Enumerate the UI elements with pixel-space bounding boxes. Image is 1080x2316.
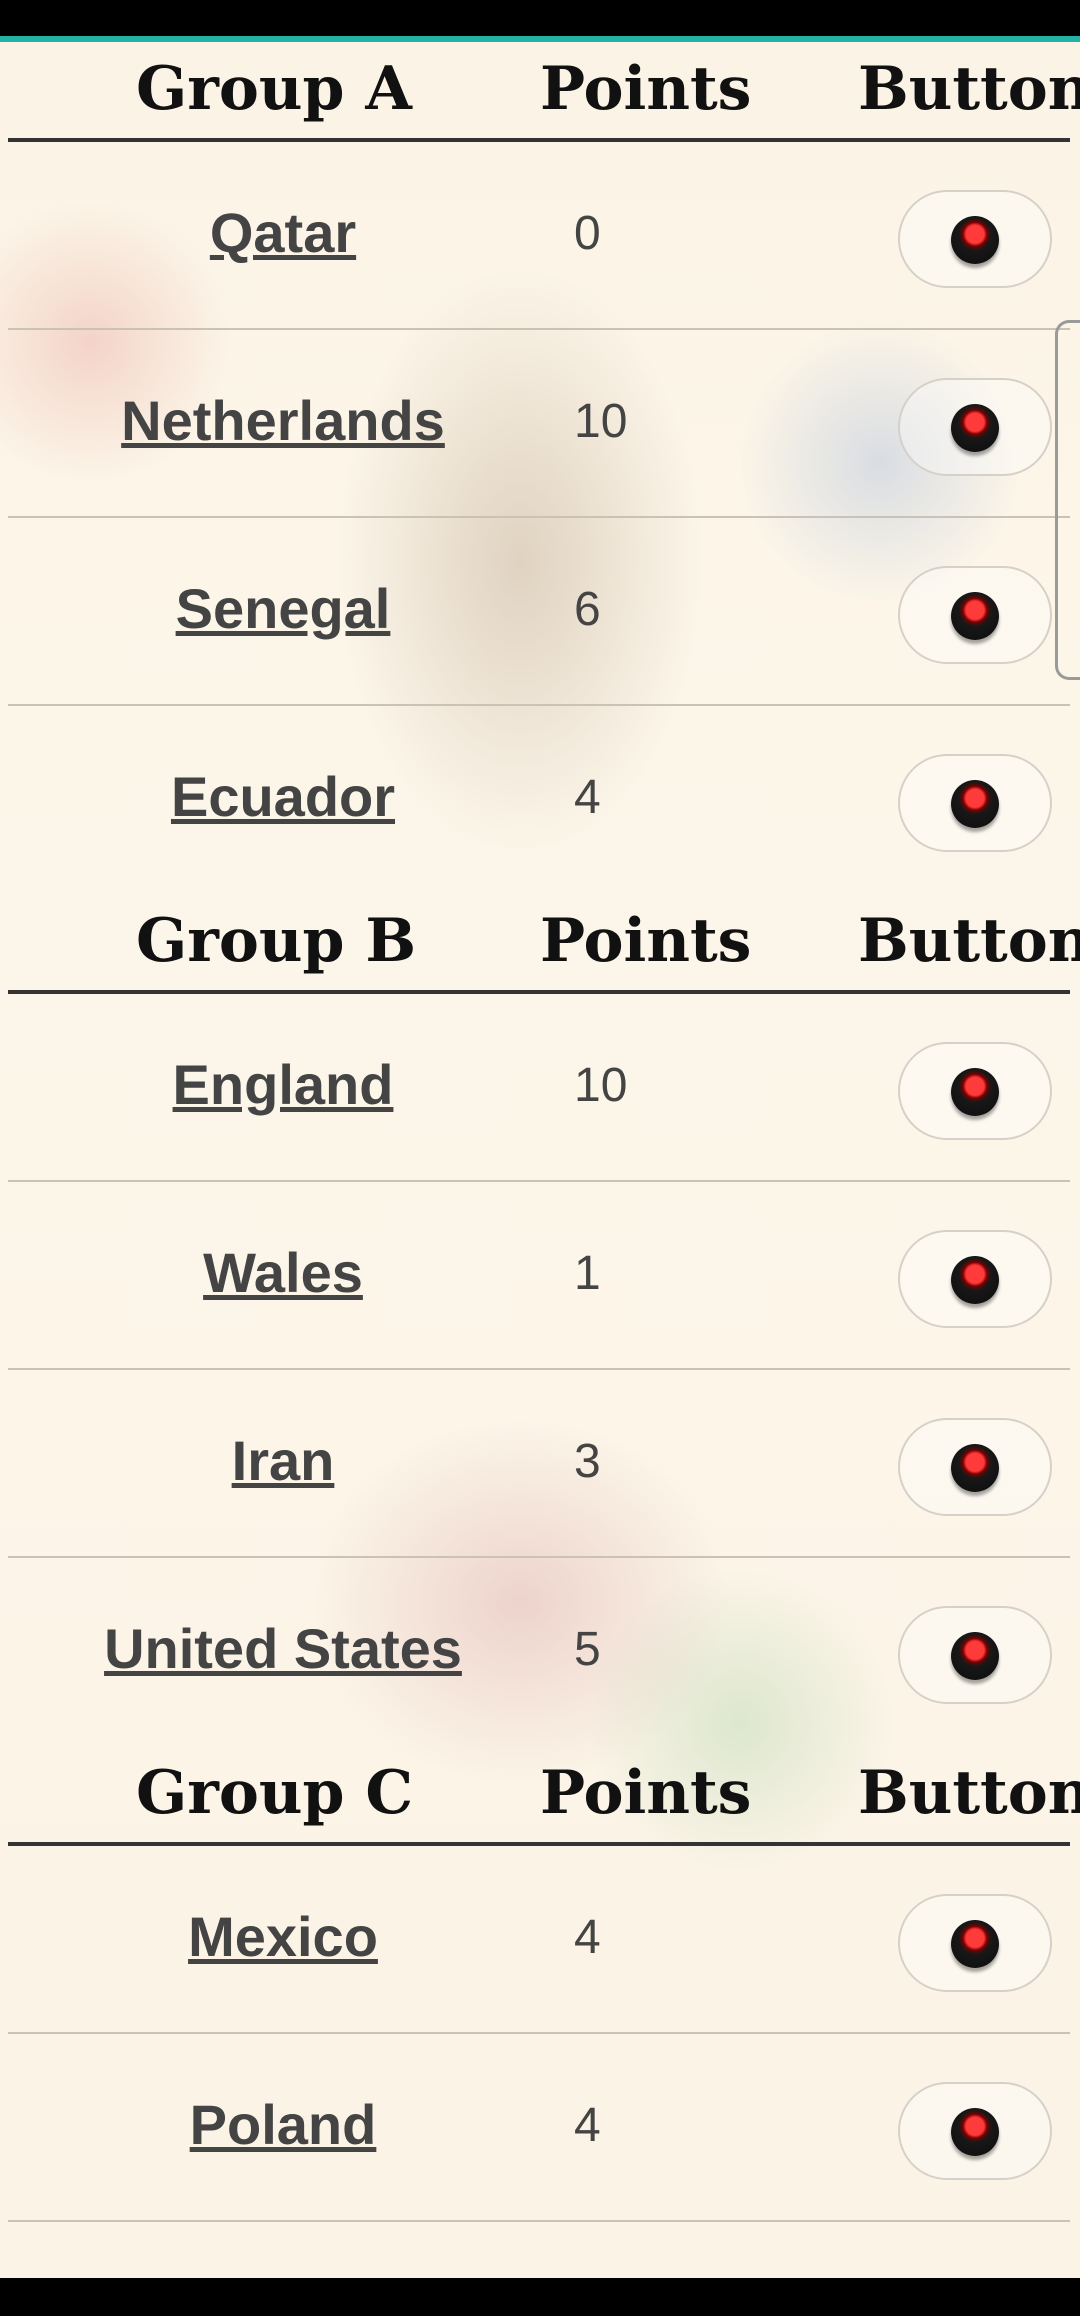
red-push-button-icon — [951, 2108, 999, 2156]
table-row: Iran 3 — [0, 1370, 1080, 1558]
group-b-header: Group B Points Button — [0, 894, 1080, 994]
button-column-header: Button — [858, 906, 1080, 976]
row-divider — [8, 2220, 1070, 2222]
team-points: 3 — [574, 1435, 601, 1488]
team-link[interactable]: Wales — [0, 1240, 566, 1305]
team-button[interactable] — [898, 1418, 1052, 1516]
points-column-header: Points — [540, 54, 752, 124]
table-row: Wales 1 — [0, 1182, 1080, 1370]
group-title: Group B — [136, 906, 417, 976]
table-row: United States 5 — [0, 1558, 1080, 1746]
team-button[interactable] — [898, 1230, 1052, 1328]
table-row: England 10 — [0, 994, 1080, 1182]
team-points: 10 — [574, 1059, 628, 1112]
group-title: Group A — [136, 54, 412, 124]
status-bar — [0, 0, 1080, 38]
team-points: 4 — [574, 771, 601, 824]
team-points: 1 — [574, 1247, 601, 1300]
group-title: Group C — [136, 1758, 414, 1828]
red-push-button-icon — [951, 1256, 999, 1304]
team-points: 0 — [574, 207, 601, 260]
red-push-button-icon — [951, 1632, 999, 1680]
scrollbar[interactable] — [1055, 320, 1080, 680]
table-row: Ecuador 4 — [0, 706, 1080, 894]
team-points: 10 — [574, 395, 628, 448]
red-push-button-icon — [951, 1920, 999, 1968]
red-push-button-icon — [951, 1068, 999, 1116]
navigation-bar — [0, 2278, 1080, 2316]
team-button[interactable] — [898, 1894, 1052, 1992]
team-button[interactable] — [898, 2082, 1052, 2180]
team-points: 4 — [574, 1911, 601, 1964]
red-push-button-icon — [951, 1444, 999, 1492]
button-column-header: Button — [858, 1758, 1080, 1828]
table-row: Poland 4 — [0, 2034, 1080, 2222]
points-column-header: Points — [540, 906, 752, 976]
red-push-button-icon — [951, 780, 999, 828]
team-button[interactable] — [898, 1606, 1052, 1704]
table-row: Qatar 0 — [0, 142, 1080, 330]
team-button[interactable] — [898, 378, 1052, 476]
standings-page[interactable]: Group A Points Button Qatar 0 Netherland… — [0, 42, 1080, 2278]
team-button[interactable] — [898, 566, 1052, 664]
table-row: Mexico 4 — [0, 1846, 1080, 2034]
team-button[interactable] — [898, 754, 1052, 852]
group-c-header: Group C Points Button — [0, 1746, 1080, 1846]
red-push-button-icon — [951, 592, 999, 640]
team-points: 5 — [574, 1623, 601, 1676]
team-button[interactable] — [898, 190, 1052, 288]
team-link[interactable]: Mexico — [0, 1904, 566, 1969]
red-push-button-icon — [951, 404, 999, 452]
group-a-header: Group A Points Button — [0, 42, 1080, 142]
team-link[interactable]: Poland — [0, 2092, 566, 2157]
team-link[interactable]: United States — [0, 1616, 566, 1681]
team-link[interactable]: Senegal — [0, 576, 566, 641]
points-column-header: Points — [540, 1758, 752, 1828]
team-link[interactable]: Iran — [0, 1428, 566, 1493]
team-link[interactable]: England — [0, 1052, 566, 1117]
red-push-button-icon — [951, 216, 999, 264]
team-points: 6 — [574, 583, 601, 636]
table-row: Senegal 6 — [0, 518, 1080, 706]
button-column-header: Button — [858, 54, 1080, 124]
team-link[interactable]: Ecuador — [0, 764, 566, 829]
table-row: Netherlands 10 — [0, 330, 1080, 518]
team-link[interactable]: Netherlands — [0, 388, 566, 453]
team-button[interactable] — [898, 1042, 1052, 1140]
team-link[interactable]: Qatar — [0, 200, 566, 265]
team-points: 4 — [574, 2099, 601, 2152]
